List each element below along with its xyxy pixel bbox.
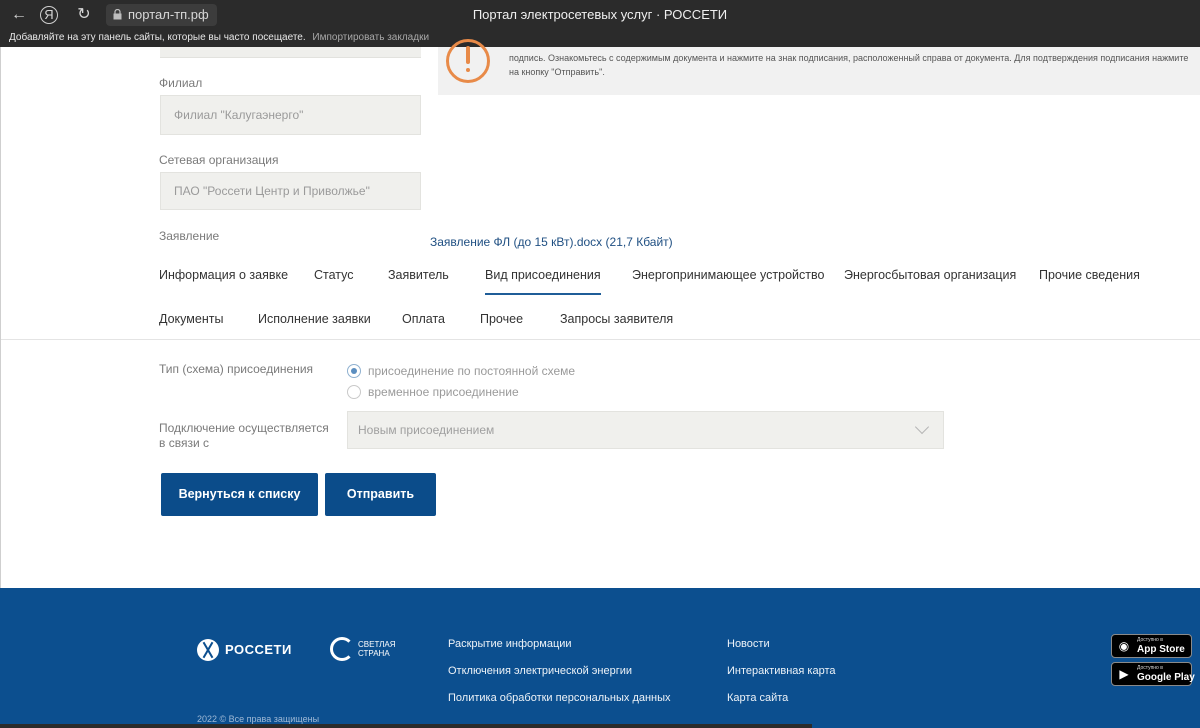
app-store-badge[interactable]: ◉ Доступно в App Store [1111,634,1192,658]
svetlaya-strana-line2: СТРАНА [358,649,390,658]
tab-applicant[interactable]: Заявитель [388,268,449,282]
notice-text: подпись. Ознакомьтесь с содержимым докум… [509,53,1189,77]
tab-energy-supplier[interactable]: Энергосбытовая организация [844,268,1016,282]
application-label: Заявление [159,229,220,243]
page-content: подпись. Ознакомьтесь с содержимым докум… [0,39,1200,588]
connection-reason-select[interactable]: Новым присоединением [347,411,944,449]
apple-icon: ◉ [1118,639,1130,653]
google-play-text: Google Play [1137,672,1195,683]
chevron-down-icon [914,419,930,435]
svetlaya-strana-line1: СВЕТЛАЯ [358,640,396,649]
tab-misc[interactable]: Прочее [480,312,523,326]
tab-connection-type[interactable]: Вид присоединения [485,268,601,295]
footer-link-outages[interactable]: Отключения электрической энергии [448,665,632,677]
bookmarks-bar: Добавляйте на эту панель сайты, которые … [0,30,1200,47]
google-play-small-text: Доступно в [1137,665,1163,671]
tab-payment[interactable]: Оплата [402,312,445,326]
footer-link-sitemap[interactable]: Карта сайта [727,692,788,704]
tab-power-device[interactable]: Энергопринимающее устройство [632,268,824,282]
grid-org-label: Сетевая организация [159,153,279,167]
connection-reason-value: Новым присоединением [358,423,495,437]
tab-documents[interactable]: Документы [159,312,223,326]
previous-field [160,47,421,58]
branch-label: Филиал [159,76,203,90]
radio-temporary-label: временное присоединение [368,385,519,399]
radio-permanent-label: присоединение по постоянной схеме [368,364,576,378]
copyright: 2022 © Все права защищены [197,714,320,724]
browser-toolbar: ← Я ↻ портал-тп.рф Портал электросетевых… [0,0,1200,30]
connection-type-label: Тип (схема) присоединения [159,362,314,376]
rosseti-logo-text: РОССЕТИ [225,642,292,657]
tab-status[interactable]: Статус [314,268,354,282]
branch-field: Филиал "Калугаэнерго" [160,95,421,135]
grid-org-field: ПАО "Россети Центр и Приволжье" [160,172,421,210]
tab-other-info[interactable]: Прочие сведения [1039,268,1140,282]
window-title: Портал электросетевых услуг · РОССЕТИ [472,7,728,22]
footer-link-privacy[interactable]: Политика обработки персональных данных [448,692,671,704]
submit-button[interactable]: Отправить [325,473,436,516]
tab-execution[interactable]: Исполнение заявки [258,312,371,326]
tabs-divider [1,339,1200,340]
footer-link-news[interactable]: Новости [727,638,770,650]
radio-temporary-control[interactable] [347,385,361,399]
taskbar-strip [0,724,812,728]
app-store-small-text: Доступно в [1137,637,1163,643]
footer-link-disclosure[interactable]: Раскрытие информации [448,638,572,650]
tab-applicant-requests[interactable]: Запросы заявителя [560,312,673,326]
radio-permanent-control[interactable] [347,364,361,378]
signature-notice: подпись. Ознакомьтесь с содержимым докум… [438,39,1200,95]
ring-icon [330,637,354,661]
back-to-list-button[interactable]: Вернуться к списку [161,473,318,516]
footer: РОССЕТИ СВЕТЛАЯ СТРАНА Раскрытие информа… [0,588,1200,728]
rosseti-mark-icon [197,639,219,661]
connection-reason-label: Подключение осуществляется в связи с [159,421,329,450]
import-bookmarks-link[interactable]: Импортировать закладки [312,32,429,43]
footer-link-map[interactable]: Интерактивная карта [727,665,836,677]
app-store-text: App Store [1137,644,1185,655]
warning-icon [446,39,490,83]
application-document-link[interactable]: Заявление ФЛ (до 15 кВт).docx (21,7 Кбай… [430,235,673,249]
bookmarks-prompt: Добавляйте на эту панель сайты, которые … [9,32,306,43]
google-play-badge[interactable]: ▶ Доступно в Google Play [1111,662,1195,686]
tab-request-info[interactable]: Информация о заявке [159,268,288,282]
play-icon: ▶ [1119,667,1129,681]
